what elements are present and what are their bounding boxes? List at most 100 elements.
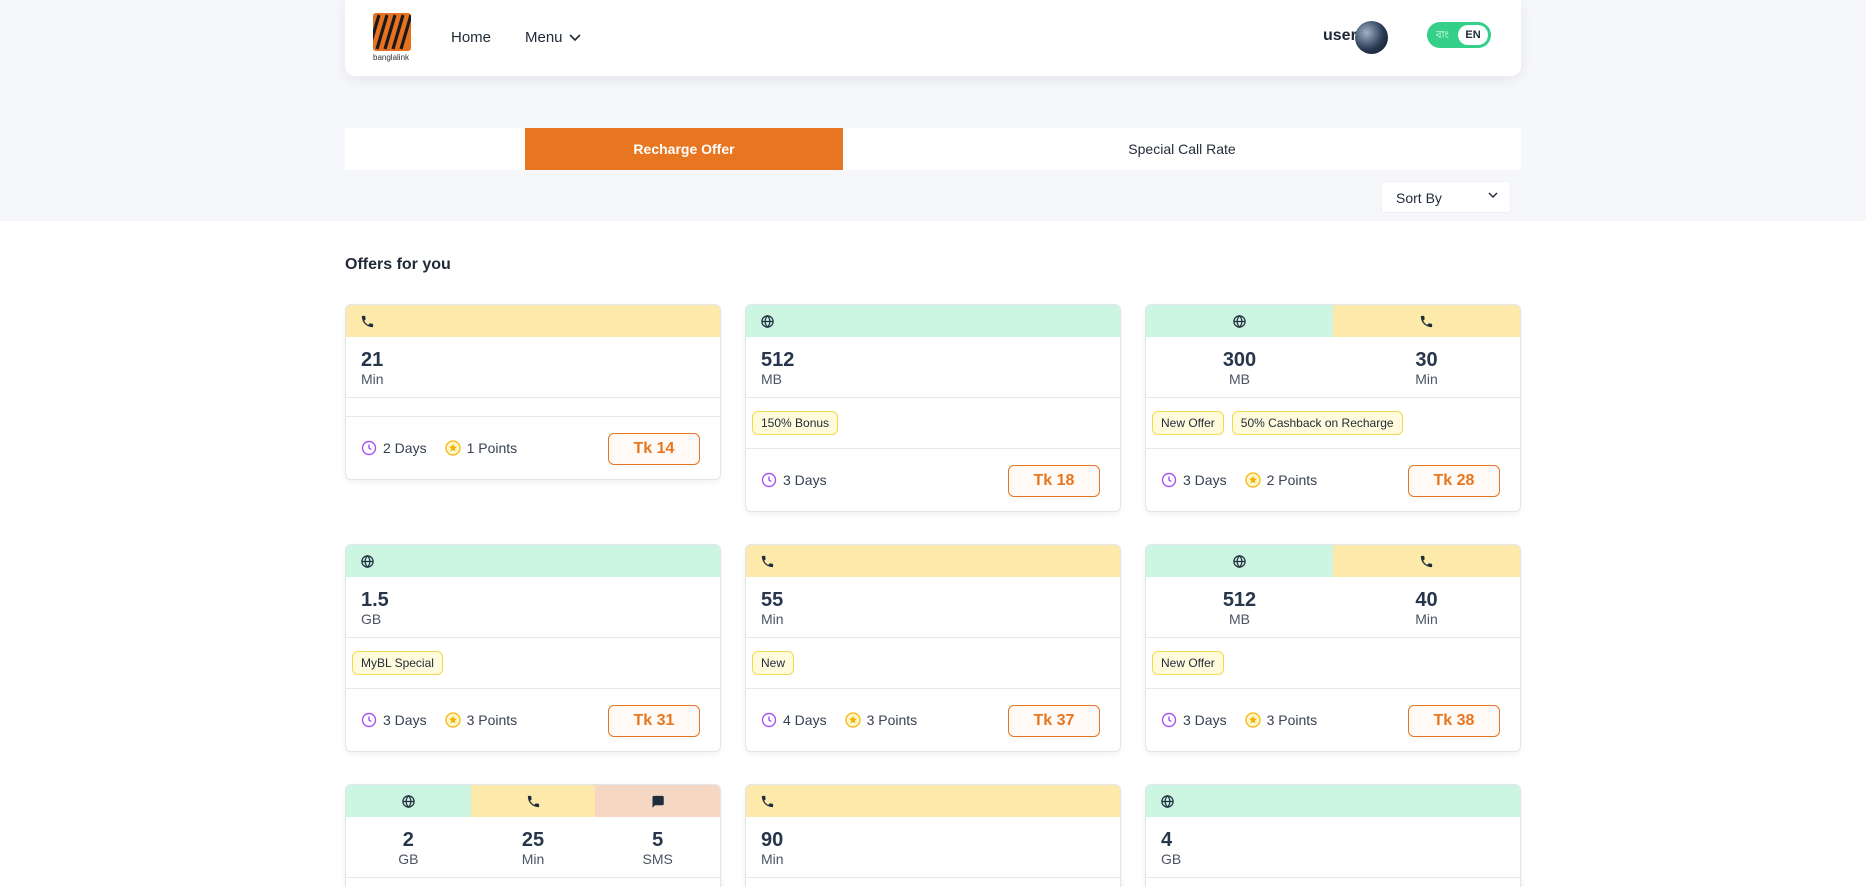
- nav-home-link[interactable]: Home: [451, 29, 491, 46]
- banglalink-logo[interactable]: [373, 13, 411, 51]
- offer-card[interactable]: 90 Min: [745, 784, 1121, 887]
- benefit-values: 55 Min: [746, 577, 1120, 638]
- benefit-unit: MB: [761, 371, 782, 387]
- tab-recharge-offer[interactable]: Recharge Offer: [525, 128, 843, 170]
- validity-text: 3 Days: [783, 472, 827, 488]
- offer-card[interactable]: 2 GB 25 Min 5 SMS: [345, 784, 721, 887]
- nav-menu-dropdown[interactable]: Menu: [525, 29, 581, 46]
- reward-points: 3 Points: [1244, 712, 1318, 728]
- clock-icon: [361, 440, 377, 456]
- benefit-value: 512 MB: [1146, 577, 1333, 637]
- price-button[interactable]: Tk 14: [608, 433, 700, 465]
- benefit-header: [1146, 785, 1520, 817]
- reward-points: 3 Points: [444, 712, 517, 728]
- avatar[interactable]: [1355, 21, 1388, 54]
- tab-special-call-rate[interactable]: Special Call Rate: [843, 128, 1521, 170]
- benefit-value: 25 Min: [471, 817, 596, 877]
- benefit-amount: 55: [761, 589, 784, 611]
- benefit-values: 21 Min: [346, 337, 720, 398]
- star-icon: [1244, 472, 1261, 488]
- benefit-unit: GB: [398, 851, 419, 867]
- offer-footer: 2 Days 1 Points Tk 14: [346, 417, 720, 479]
- offer-footer: 4 Days 3 Points Tk 37: [746, 689, 1120, 751]
- price-button[interactable]: Tk 37: [1008, 705, 1100, 737]
- benefit-type: [346, 305, 720, 337]
- benefit-value: 2 GB: [346, 817, 471, 877]
- benefit-value: 4 GB: [1146, 817, 1520, 877]
- benefit-amount: 1.5: [361, 589, 389, 611]
- user-name[interactable]: user: [1323, 27, 1357, 45]
- benefit-type: [746, 305, 1120, 337]
- benefit-type: [1146, 305, 1333, 337]
- benefit-value: 5 SMS: [595, 817, 720, 877]
- offer-tags: [346, 398, 720, 417]
- offer-tag: 150% Bonus: [752, 411, 839, 435]
- globe-icon: [360, 554, 375, 569]
- benefit-unit: MB: [1229, 371, 1250, 387]
- benefit-value: 512 MB: [746, 337, 1120, 397]
- sort-label: Sort By: [1396, 190, 1442, 206]
- offer-card[interactable]: 4 GB: [1145, 784, 1521, 887]
- benefit-values: 512 MB 40 Min: [1146, 577, 1520, 638]
- offer-tags: MyBL Special: [346, 638, 720, 689]
- benefit-unit: Min: [1415, 371, 1438, 387]
- chevron-down-icon: [1488, 192, 1498, 199]
- price-button[interactable]: Tk 28: [1408, 465, 1500, 497]
- logo-text: banglalink: [373, 53, 410, 62]
- sort-dropdown[interactable]: Sort By: [1381, 181, 1511, 213]
- offer-tag: 50% Cashback on Recharge: [1231, 411, 1403, 435]
- benefit-amount: 5: [652, 829, 664, 851]
- offer-tag: MyBL Special: [352, 651, 443, 675]
- benefit-values: 512 MB: [746, 337, 1120, 398]
- benefit-header: [1146, 545, 1520, 577]
- offer-card[interactable]: 300 MB 30 Min New Offer 50% Cashback on Recha…: [1145, 304, 1521, 512]
- offer-card[interactable]: 55 Min New 4 Days 3 Points Tk 37: [745, 544, 1121, 752]
- phone-icon: [760, 554, 775, 569]
- validity-text: 3 Days: [383, 712, 427, 728]
- benefit-type: [470, 785, 596, 817]
- points-text: 3 Points: [866, 712, 918, 728]
- benefit-header: [746, 785, 1120, 817]
- benefit-header: [346, 545, 720, 577]
- validity-text: 3 Days: [1183, 712, 1227, 728]
- benefit-header: [746, 545, 1120, 577]
- reward-points: 2 Points: [1244, 472, 1317, 488]
- benefit-values: 300 MB 30 Min: [1146, 337, 1520, 398]
- offer-card[interactable]: 21 Min 2 Days 1 Points Tk 14: [345, 304, 721, 480]
- benefit-unit: GB: [361, 611, 382, 627]
- validity: 2 Days: [361, 440, 427, 456]
- offer-tags: New Offer 50% Cashback on Recharge: [1146, 398, 1520, 449]
- benefit-unit: Min: [1415, 611, 1438, 627]
- benefit-type: [1333, 545, 1520, 577]
- language-toggle[interactable]: বাং EN: [1427, 22, 1491, 48]
- benefit-type: [346, 785, 471, 817]
- validity: 3 Days: [361, 712, 427, 728]
- benefit-header: [746, 305, 1120, 337]
- clock-icon: [1161, 472, 1177, 488]
- price-button[interactable]: Tk 38: [1408, 705, 1500, 737]
- offer-footer: 3 Days Tk 18: [746, 449, 1120, 511]
- offer-card[interactable]: 512 MB 40 Min New Offer 3 Days 3 Points Tk 38: [1145, 544, 1521, 752]
- offer-card[interactable]: 1.5 GB MyBL Special 3 Days 3 Points Tk 31: [345, 544, 721, 752]
- clock-icon: [761, 472, 777, 488]
- price-button[interactable]: Tk 31: [608, 705, 700, 737]
- star-icon: [444, 712, 461, 728]
- validity: 3 Days: [1161, 472, 1227, 488]
- phone-icon: [1419, 314, 1434, 329]
- offer-tag: New Offer: [1152, 651, 1224, 675]
- offer-tabs: Recharge Offer Special Call Rate: [345, 128, 1521, 170]
- offer-tag: New Offer: [1152, 411, 1224, 435]
- points-text: 3 Points: [1266, 712, 1318, 728]
- clock-icon: [1161, 712, 1177, 728]
- price-button[interactable]: Tk 18: [1008, 465, 1100, 497]
- lang-en-label: EN: [1458, 25, 1488, 45]
- offer-card[interactable]: 512 MB 150% Bonus 3 Days Tk 18: [745, 304, 1121, 512]
- benefit-value: 90 Min: [746, 817, 1120, 877]
- benefit-unit: Min: [361, 371, 384, 387]
- benefit-value: 21 Min: [346, 337, 720, 397]
- benefit-unit: MB: [1229, 611, 1250, 627]
- benefit-amount: 4: [1161, 829, 1173, 851]
- benefit-values: 4 GB: [1146, 817, 1520, 878]
- star-icon: [844, 712, 861, 728]
- points-text: 1 Points: [466, 440, 518, 456]
